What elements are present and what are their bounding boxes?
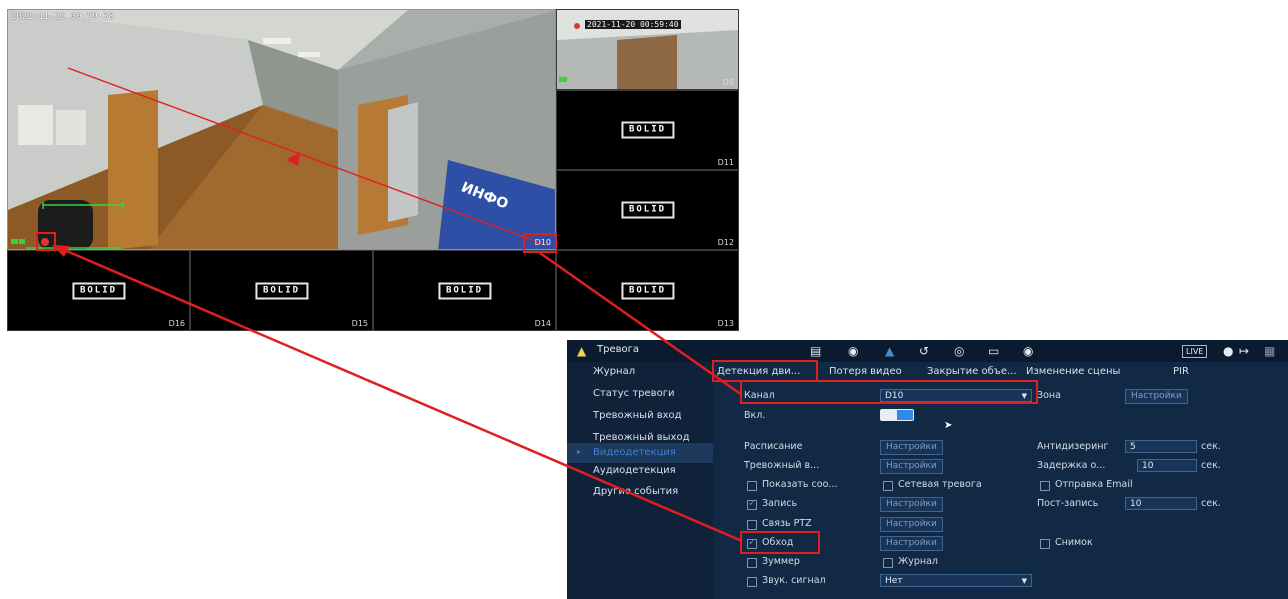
annotation-arrows xyxy=(52,245,743,543)
